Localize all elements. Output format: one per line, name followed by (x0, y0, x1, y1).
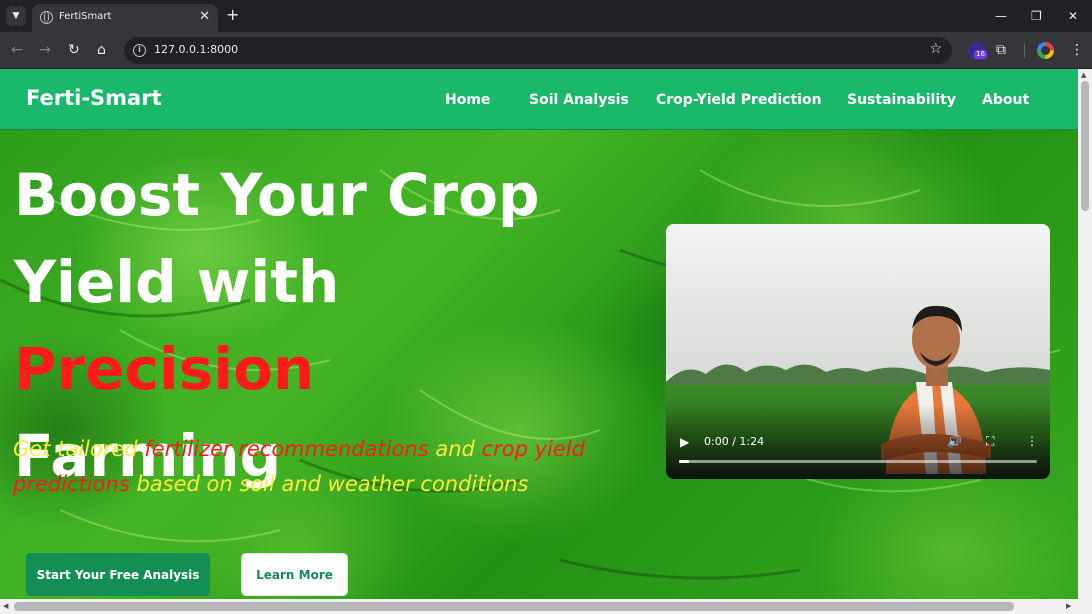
play-icon[interactable]: ▶ (680, 435, 689, 449)
headline-line-1: Boost Your Crop (14, 161, 540, 229)
tab-search-chevron-icon[interactable]: ▼ (6, 6, 26, 26)
headline-line-2-start: Yield with (14, 248, 340, 316)
nav-soil-analysis[interactable]: Soil Analysis (529, 92, 629, 108)
window-close-icon[interactable]: ✕ (1068, 8, 1078, 24)
scroll-right-icon[interactable]: ▶ (1066, 602, 1071, 610)
video-progress-bar[interactable] (679, 460, 1037, 463)
browser-tabstrip: ▼ FertiSmart ✕ + — ❐ ✕ (0, 0, 1092, 32)
volume-icon[interactable]: 🔊 (947, 434, 962, 448)
vertical-scroll-thumb[interactable] (1081, 81, 1089, 211)
headline-accent: Precision (14, 335, 315, 403)
browser-tab[interactable]: FertiSmart ✕ (32, 4, 218, 32)
learn-more-button[interactable]: Learn More (241, 553, 348, 596)
new-tab-icon[interactable]: + (226, 7, 239, 23)
toolbar-divider (1024, 44, 1025, 58)
extension-badge-count: 16 (974, 50, 987, 59)
site-info-icon[interactable]: i (133, 44, 146, 57)
extensions-puzzle-icon[interactable]: ⧉ (996, 41, 1006, 59)
horizontal-scroll-thumb[interactable] (14, 602, 1014, 611)
profile-avatar[interactable] (1037, 42, 1054, 59)
page-viewport: Ferti-Smart Home Soil Analysis Crop-Yiel… (0, 69, 1078, 599)
home-icon[interactable]: ⌂ (97, 41, 106, 59)
url-text[interactable]: 127.0.0.1:8000 (154, 43, 238, 56)
scroll-up-icon[interactable]: ▲ (1081, 71, 1086, 79)
video-time: 0:00 / 1:24 (704, 435, 765, 448)
start-analysis-button[interactable]: Start Your Free Analysis (26, 553, 210, 596)
browser-toolbar: ← → ↻ ⌂ i 127.0.0.1:8000 ☆ 16 ⧉ ⋮ (0, 32, 1092, 69)
fullscreen-icon[interactable]: ⛶ (986, 434, 994, 448)
browser-menu-icon[interactable]: ⋮ (1070, 41, 1084, 59)
tab-close-icon[interactable]: ✕ (199, 9, 210, 25)
address-bar[interactable]: i 127.0.0.1:8000 ☆ (124, 37, 952, 64)
nav-sustainability[interactable]: Sustainability (847, 92, 956, 108)
extension-icon[interactable]: 16 (968, 42, 987, 60)
video-more-icon[interactable]: ⋮ (1026, 434, 1038, 448)
back-icon[interactable]: ← (11, 41, 23, 59)
subtitle-part-1: Get tailored (13, 437, 145, 461)
subtitle-part-2: and (428, 437, 482, 461)
subtitle-part-3: based on soil and weather conditions (129, 472, 529, 496)
nav-crop-yield-prediction[interactable]: Crop-Yield Prediction (656, 92, 822, 108)
nav-home[interactable]: Home (445, 92, 490, 108)
forward-icon[interactable]: → (39, 41, 51, 59)
headline-line-2: Yield with Precision (14, 239, 654, 413)
intro-video-player[interactable]: ▶ 0:00 / 1:24 🔊 ⛶ ⋮ (666, 224, 1050, 479)
scroll-left-icon[interactable]: ◀ (3, 602, 8, 610)
subtitle-highlight-1: fertilizer recommendations (144, 437, 429, 461)
video-progress-fill (679, 460, 689, 463)
vertical-scrollbar[interactable]: ▲ (1078, 69, 1092, 599)
nav-about[interactable]: About (982, 92, 1029, 108)
hero-subtitle: Get tailored fertilizer recommendations … (13, 432, 633, 502)
globe-icon (40, 11, 53, 24)
hero-section: Boost Your Crop Yield with Precision Far… (0, 130, 1078, 599)
restore-icon[interactable]: ❐ (1031, 8, 1042, 24)
tab-title: FertiSmart (59, 11, 112, 22)
horizontal-scrollbar[interactable]: ◀ ▶ (0, 599, 1092, 614)
site-brand[interactable]: Ferti-Smart (26, 86, 162, 110)
minimize-icon[interactable]: — (995, 8, 1007, 24)
reload-icon[interactable]: ↻ (68, 41, 80, 59)
bookmark-star-icon[interactable]: ☆ (929, 41, 942, 57)
site-navbar: Ferti-Smart Home Soil Analysis Crop-Yiel… (0, 69, 1078, 130)
